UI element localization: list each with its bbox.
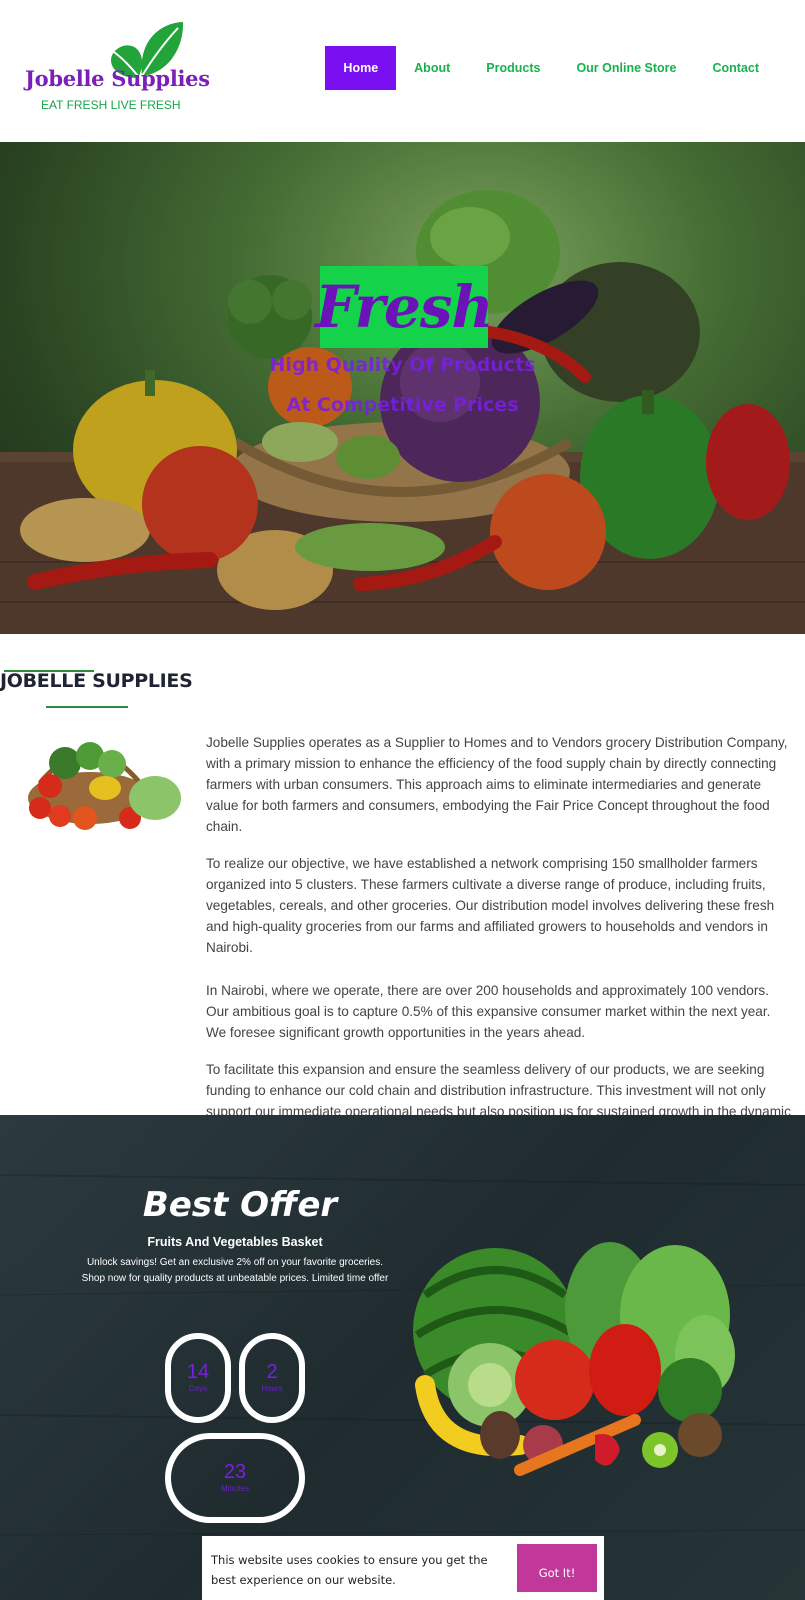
nav-item-home[interactable]: Home [325, 46, 397, 90]
countdown-minutes: 23 Minutes [165, 1433, 305, 1523]
countdown-hours: 2 Hours [239, 1333, 305, 1423]
offer-subtitle: Fruits And Vegetables Basket [147, 1235, 323, 1249]
cookie-message: This website uses cookies to ensure you … [211, 1553, 488, 1587]
about-title-rule-bottom [46, 706, 128, 708]
offer-description: Unlock savings! Get an exclusive 2% off … [81, 1257, 389, 1284]
about-paragraph: In Nairobi, where we operate, there are … [206, 983, 771, 1040]
brand-tagline: EAT FRESH LIVE FRESH [41, 98, 181, 112]
hero-line-2: At Competitive Prices [286, 394, 519, 416]
main-nav: Home About Products Our Online Store Con… [325, 46, 777, 90]
nav-item-products[interactable]: Products [468, 46, 558, 90]
about-title: JOBELLE SUPPLIES [0, 670, 193, 692]
nav-item-online-store[interactable]: Our Online Store [558, 46, 694, 90]
countdown-days-value: 14 [186, 1361, 210, 1383]
hero-line-1: High Quality Of Products [269, 354, 536, 376]
countdown-minutes-value: 23 [223, 1461, 247, 1483]
hero-overlay [0, 142, 805, 634]
about-paragraph: To realize our objective, we have establ… [206, 856, 775, 955]
hero-banner: Fresh High Quality Of Products At Compet… [0, 142, 805, 634]
countdown-hours-label: Hours [261, 1384, 283, 1393]
site-header: Jobelle Supplies EAT FRESH LIVE FRESH Ho… [0, 0, 805, 142]
brand-logo[interactable]: Jobelle Supplies EAT FRESH LIVE FRESH [20, 14, 216, 122]
offer-title: Best Offer [142, 1185, 338, 1225]
about-body: Jobelle Supplies operates as a Supplier … [206, 732, 791, 1159]
about-paragraph: Jobelle Supplies operates as a Supplier … [206, 735, 788, 834]
hero-badge-text: Fresh [315, 273, 493, 341]
cookie-consent-bar: This website uses cookies to ensure you … [202, 1536, 604, 1600]
best-offer-section: Best Offer Fruits And Vegetables Basket … [0, 1115, 805, 1600]
produce-basket-image [28, 742, 181, 830]
fruits-vegetables-image [413, 1242, 735, 1476]
countdown-days: 14 Days [165, 1333, 231, 1423]
brand-name: Jobelle Supplies [25, 66, 210, 91]
countdown-minutes-label: Minutes [220, 1484, 249, 1493]
hero-badge: Fresh [315, 266, 494, 348]
cookie-accept-button[interactable]: Got It! [517, 1544, 597, 1592]
countdown-days-label: Days [188, 1384, 208, 1393]
nav-item-contact[interactable]: Contact [694, 46, 777, 90]
nav-item-about[interactable]: About [396, 46, 468, 90]
countdown-hours-value: 2 [266, 1361, 278, 1383]
